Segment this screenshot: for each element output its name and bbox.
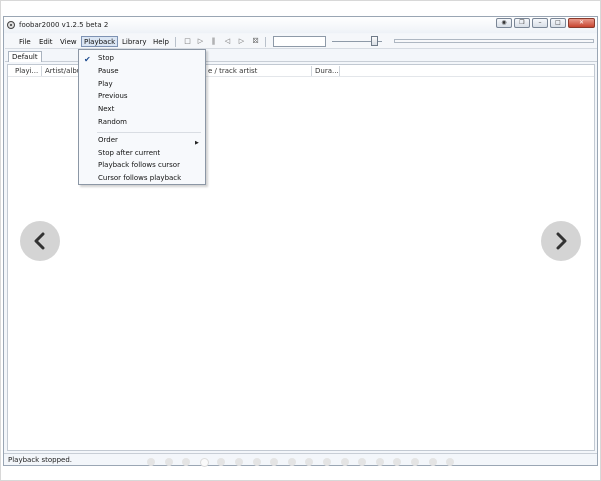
chevron-right-icon bbox=[556, 232, 567, 250]
carousel-dot[interactable] bbox=[340, 458, 349, 466]
menu-edit[interactable]: Edit bbox=[37, 37, 55, 47]
random-icon[interactable]: ⚄ bbox=[251, 37, 260, 46]
minimize-button[interactable]: – bbox=[532, 18, 548, 28]
menu-item-order[interactable]: Order bbox=[98, 135, 118, 145]
previous-icon[interactable]: ◁ bbox=[223, 37, 232, 46]
column-duration[interactable]: Dura... bbox=[315, 67, 339, 75]
column-divider[interactable] bbox=[41, 66, 42, 76]
tab-default[interactable]: Default bbox=[8, 51, 42, 62]
menu-item-stop[interactable]: Stop bbox=[98, 53, 114, 63]
menu-separator bbox=[97, 132, 201, 133]
carousel-pagination bbox=[147, 457, 457, 467]
check-icon: ✔ bbox=[84, 55, 91, 64]
chevron-left-icon bbox=[34, 232, 45, 250]
menu-view[interactable]: View bbox=[58, 37, 79, 47]
menu-item-next[interactable]: Next bbox=[98, 104, 114, 114]
column-playing[interactable]: Playi... bbox=[15, 67, 38, 75]
close-button[interactable]: ✕ bbox=[568, 18, 595, 28]
carousel-dot[interactable] bbox=[428, 458, 437, 466]
carousel-dot[interactable] bbox=[270, 458, 279, 466]
menu-library[interactable]: Library bbox=[120, 37, 148, 47]
menu-bar: File Edit View Playback Library Help □ ▷… bbox=[5, 34, 597, 49]
volume-slider-handle[interactable] bbox=[371, 36, 378, 46]
column-divider[interactable] bbox=[311, 66, 312, 76]
carousel-dot[interactable] bbox=[375, 458, 384, 466]
menu-item-stop-after-current[interactable]: Stop after current bbox=[98, 148, 160, 158]
seek-bar[interactable] bbox=[394, 39, 594, 43]
play-icon[interactable]: ▷ bbox=[196, 37, 205, 46]
extra-button-2[interactable]: ❒ bbox=[514, 18, 530, 28]
carousel-dot[interactable] bbox=[305, 458, 314, 466]
carousel-dot[interactable] bbox=[199, 457, 209, 467]
playback-menu: ✔ Stop Pause Play Previous Next Random O… bbox=[78, 49, 206, 185]
carousel-dot[interactable] bbox=[287, 458, 296, 466]
stop-icon[interactable]: □ bbox=[183, 37, 192, 46]
carousel-dot[interactable] bbox=[393, 458, 402, 466]
menu-item-playback-follows-cursor[interactable]: Playback follows cursor bbox=[98, 160, 180, 170]
carousel-dot[interactable] bbox=[217, 458, 226, 466]
status-text: Playback stopped. bbox=[8, 456, 72, 464]
window-title: foobar2000 v1.2.5 beta 2 bbox=[19, 21, 109, 29]
carousel-prev-button[interactable] bbox=[20, 221, 60, 261]
toolbar-separator bbox=[175, 37, 176, 47]
carousel-dot[interactable] bbox=[411, 458, 419, 466]
extra-button-1[interactable]: ◉ bbox=[496, 18, 512, 28]
menu-item-play[interactable]: Play bbox=[98, 79, 113, 89]
carousel-dot[interactable] bbox=[358, 458, 367, 466]
column-divider[interactable] bbox=[339, 66, 340, 76]
pause-icon[interactable]: ‖ bbox=[209, 37, 218, 46]
carousel-next-button[interactable] bbox=[541, 221, 581, 261]
carousel-dot[interactable] bbox=[235, 458, 243, 466]
menu-help[interactable]: Help bbox=[151, 37, 171, 47]
menu-item-pause[interactable]: Pause bbox=[98, 66, 119, 76]
menu-file[interactable]: File bbox=[17, 37, 33, 47]
carousel-dot[interactable] bbox=[147, 458, 155, 466]
carousel-dot[interactable] bbox=[446, 458, 455, 466]
menu-item-cursor-follows-playback[interactable]: Cursor follows playback bbox=[98, 173, 181, 183]
toolbar-separator bbox=[265, 37, 266, 47]
carousel-dot[interactable] bbox=[252, 458, 261, 466]
window-controls: ◉ ❒ – □ ✕ bbox=[496, 18, 595, 29]
carousel-dot[interactable] bbox=[323, 458, 331, 466]
column-track-artist[interactable]: e / track artist bbox=[208, 67, 257, 75]
carousel-dot[interactable] bbox=[182, 458, 191, 466]
menu-playback[interactable]: Playback bbox=[81, 36, 119, 47]
menu-item-random[interactable]: Random bbox=[98, 117, 127, 127]
screenshot-frame: foobar2000 v1.2.5 beta 2 ◉ ❒ – □ ✕ File … bbox=[0, 0, 601, 481]
title-bar[interactable]: foobar2000 v1.2.5 beta 2 ◉ ❒ – □ ✕ bbox=[4, 17, 597, 33]
next-icon[interactable]: ▷ bbox=[237, 37, 246, 46]
maximize-button[interactable]: □ bbox=[550, 18, 566, 28]
submenu-arrow-icon: ▶ bbox=[195, 140, 199, 146]
menu-item-previous[interactable]: Previous bbox=[98, 91, 128, 101]
carousel-dot[interactable] bbox=[164, 458, 173, 466]
playback-order-field[interactable] bbox=[273, 36, 326, 47]
app-logo-icon bbox=[7, 21, 15, 29]
